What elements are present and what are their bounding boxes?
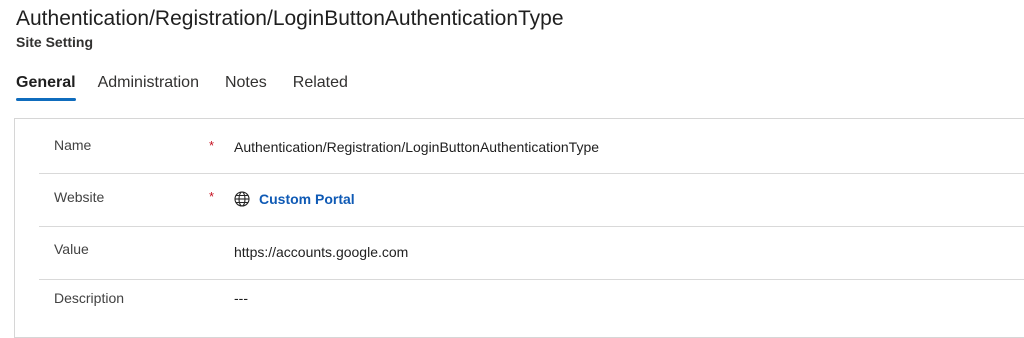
website-lookup-link[interactable]: Custom Portal bbox=[259, 191, 355, 207]
name-label: Name bbox=[54, 137, 92, 153]
record-title: Authentication/Registration/LoginButtonA… bbox=[16, 7, 564, 30]
field-row-name: Name * Authentication/Registration/Login… bbox=[39, 121, 1024, 174]
name-field[interactable]: Authentication/Registration/LoginButtonA… bbox=[234, 139, 599, 155]
name-required-marker: * bbox=[209, 138, 215, 153]
globe-icon bbox=[234, 191, 250, 207]
website-required-marker: * bbox=[209, 189, 215, 204]
website-lookup-field[interactable]: Custom Portal bbox=[234, 191, 355, 207]
record-header: Authentication/Registration/LoginButtonA… bbox=[16, 6, 564, 51]
record-subtitle: Site Setting bbox=[16, 34, 94, 50]
tab-list: General Administration Notes Related bbox=[16, 72, 374, 102]
description-field[interactable]: --- bbox=[234, 290, 248, 306]
general-form-section: Name * Authentication/Registration/Login… bbox=[14, 118, 1024, 338]
tab-related[interactable]: Related bbox=[293, 72, 348, 94]
website-label: Website bbox=[54, 189, 105, 205]
value-label: Value bbox=[54, 241, 89, 257]
tab-general[interactable]: General bbox=[16, 72, 76, 101]
field-row-website: Website * Custom Portal bbox=[39, 174, 1024, 227]
field-row-description: Description --- bbox=[39, 280, 1024, 332]
tab-notes[interactable]: Notes bbox=[225, 72, 267, 94]
tab-administration[interactable]: Administration bbox=[98, 72, 199, 94]
field-row-value: Value https://accounts.google.com bbox=[39, 227, 1024, 280]
value-field[interactable]: https://accounts.google.com bbox=[234, 244, 408, 260]
description-label: Description bbox=[54, 290, 125, 306]
